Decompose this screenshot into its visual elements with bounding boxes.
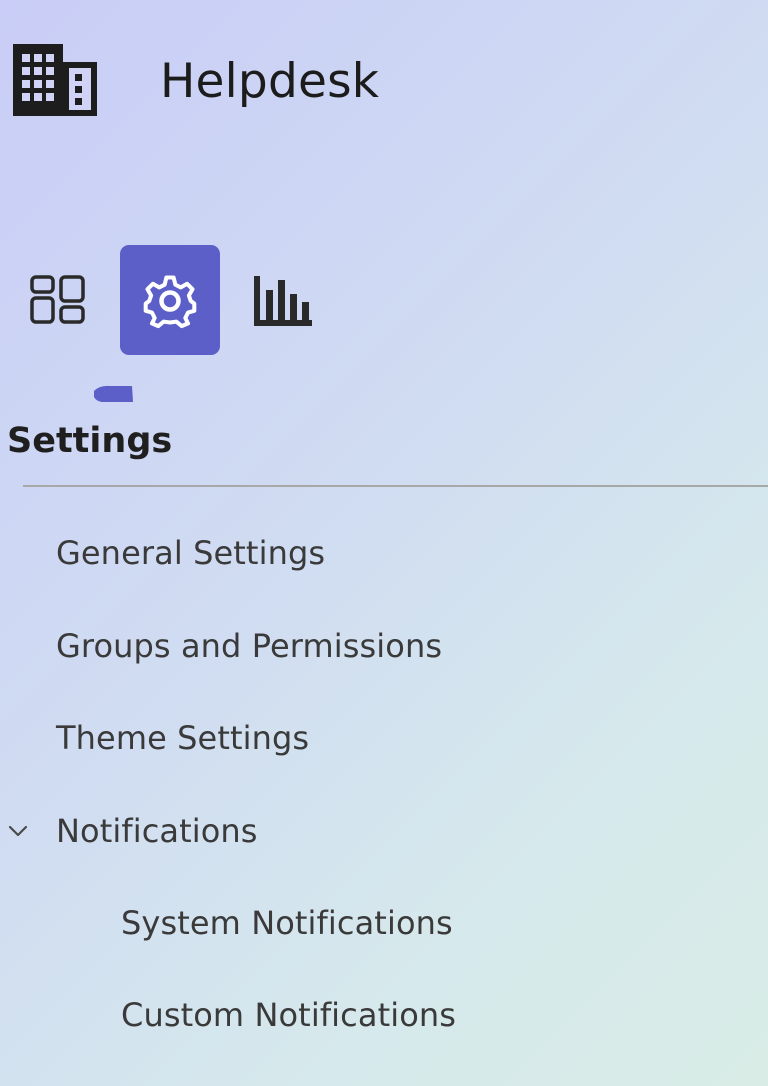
menu-item-label: Groups and Permissions bbox=[56, 627, 443, 665]
gear-icon bbox=[140, 270, 200, 330]
active-tab-indicator bbox=[92, 383, 134, 403]
divider bbox=[23, 485, 768, 487]
nav-dashboard-button[interactable] bbox=[8, 245, 108, 355]
menu-item-groups-and-permissions[interactable]: Groups and Permissions bbox=[0, 606, 768, 686]
nav-settings-button[interactable] bbox=[120, 245, 220, 355]
building-icon bbox=[13, 44, 97, 116]
menu-item-label: System Notifications bbox=[121, 904, 453, 942]
icon-nav bbox=[0, 240, 768, 410]
menu-item-custom-notifications[interactable]: Custom Notifications bbox=[0, 975, 768, 1055]
menu-item-label: Custom Notifications bbox=[121, 996, 457, 1034]
app-title: Helpdesk bbox=[160, 54, 380, 109]
menu-item-system-notifications[interactable]: System Notifications bbox=[0, 883, 768, 963]
menu-item-notifications[interactable]: Notifications bbox=[0, 791, 768, 871]
dashboard-icon bbox=[29, 274, 87, 326]
chevron-down-icon[interactable] bbox=[7, 823, 29, 839]
menu-item-label: General Settings bbox=[56, 534, 326, 572]
menu-item-theme-settings[interactable]: Theme Settings bbox=[0, 698, 768, 778]
menu-item-label: Notifications bbox=[56, 812, 258, 850]
menu-item-general-settings[interactable]: General Settings bbox=[0, 513, 768, 593]
app-header: Helpdesk bbox=[0, 0, 768, 170]
bar-chart-icon bbox=[252, 272, 314, 328]
menu-item-label: Theme Settings bbox=[56, 719, 310, 757]
section-title: Settings bbox=[7, 421, 173, 461]
nav-reports-button[interactable] bbox=[233, 245, 333, 355]
